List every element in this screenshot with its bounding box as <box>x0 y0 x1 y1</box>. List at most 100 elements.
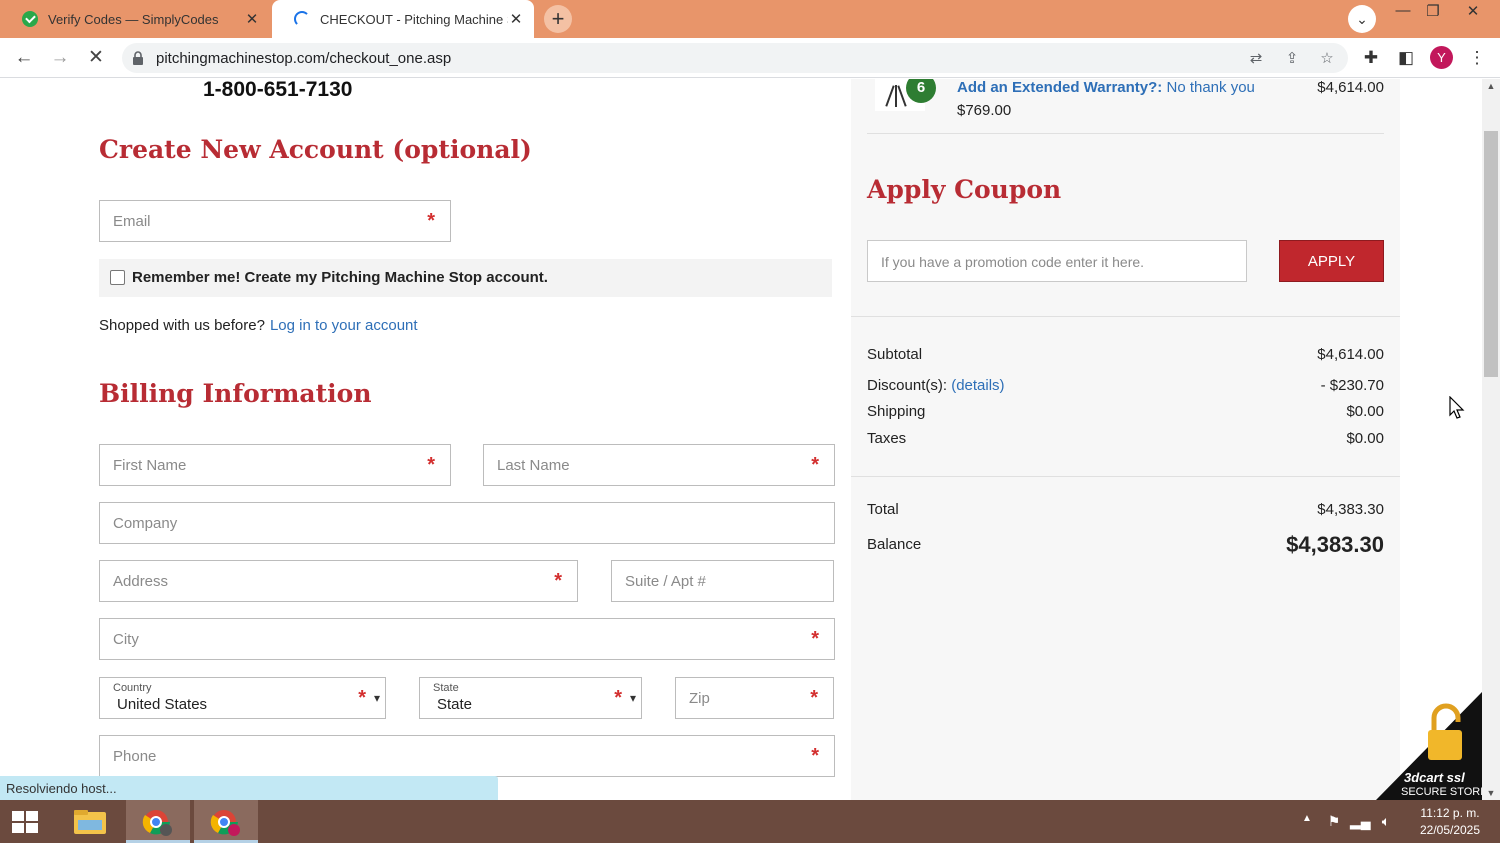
status-bubble: Resolviendo host... <box>0 776 498 800</box>
browser-tab-bar: Verify Codes — SimplyCodes ✕ CHECKOUT - … <box>0 0 1500 38</box>
share-icon[interactable]: ⇪ <box>1282 49 1302 67</box>
warranty-option[interactable]: Add an Extended Warranty?: No thank you <box>957 79 1255 96</box>
coupon-input[interactable]: If you have a promotion code enter it he… <box>867 240 1247 282</box>
extensions-puzzle-icon[interactable]: ✚ <box>1360 47 1382 69</box>
windows-start-icon[interactable] <box>8 808 42 836</box>
state-select[interactable]: State State * ▾ <box>419 677 642 719</box>
required-asterisk: * <box>427 454 435 476</box>
address-placeholder: Address <box>113 573 169 590</box>
zip-field[interactable]: Zip * <box>675 677 834 719</box>
unit-price: $769.00 <box>957 102 1012 119</box>
volume-speaker-icon[interactable]: 🔈︎ <box>1376 813 1396 830</box>
phone-field[interactable]: Phone * <box>99 735 835 777</box>
minimize-window-icon[interactable]: — <box>1386 2 1420 19</box>
profile-avatar[interactable]: Y <box>1430 46 1453 69</box>
action-center-flag-icon[interactable]: ⚑ <box>1324 813 1344 830</box>
chrome-profile-y-taskbar-icon[interactable] <box>194 800 258 843</box>
chrome-profile-m-taskbar-icon[interactable] <box>126 800 190 843</box>
create-account-heading: Create New Account (optional) <box>99 135 532 164</box>
stop-loading-icon[interactable]: ✕ <box>84 46 108 70</box>
side-panel-icon[interactable]: ◧ <box>1395 47 1417 69</box>
tab-checkout[interactable]: CHECKOUT - Pitching Machine Sto ✕ <box>272 0 534 38</box>
discount-details-link[interactable]: (details) <box>951 377 1004 394</box>
first-name-field[interactable]: First Name * <box>99 444 451 486</box>
company-field[interactable]: Company <box>99 502 835 544</box>
loading-spinner-icon <box>294 11 310 27</box>
shopped-before-text: Shopped with us before? <box>99 317 265 334</box>
page-scrollbar[interactable]: ▲ ▼ <box>1482 79 1500 800</box>
shipping-label: Shipping <box>867 403 926 420</box>
tab-title: CHECKOUT - Pitching Machine Sto <box>320 11 508 27</box>
total-value: $4,383.30 <box>1317 501 1384 518</box>
scrollbar-thumb[interactable] <box>1484 131 1498 377</box>
zip-placeholder: Zip <box>689 690 710 707</box>
required-asterisk: * <box>614 687 622 709</box>
taxes-value: $0.00 <box>1346 430 1384 447</box>
close-tab-icon[interactable]: ✕ <box>508 10 524 28</box>
last-name-placeholder: Last Name <box>497 457 570 474</box>
email-field[interactable]: Email * <box>99 200 451 242</box>
new-tab-button[interactable]: + <box>544 5 572 33</box>
file-explorer-taskbar-icon[interactable] <box>58 800 122 843</box>
required-asterisk: * <box>554 570 562 592</box>
balance-row: Balance $4,383.30 <box>867 532 1384 557</box>
apply-coupon-button[interactable]: APPLY <box>1279 240 1384 282</box>
tab-search-chevron-icon[interactable]: ⌄ <box>1348 5 1376 33</box>
remember-me-checkbox[interactable] <box>110 270 125 285</box>
login-link[interactable]: Log in to your account <box>270 317 418 334</box>
state-value: State <box>437 696 473 713</box>
returning-customer-row: Shopped with us before? Log in to your ac… <box>99 317 418 334</box>
country-select[interactable]: Country United States * ▾ <box>99 677 386 719</box>
quantity-badge: 6 <box>906 79 936 103</box>
order-summary-sidebar: 6 Add an Extended Warranty?: No thank yo… <box>851 79 1400 800</box>
address-field[interactable]: Address * <box>99 560 578 602</box>
tab-title: Verify Codes — SimplyCodes <box>48 11 219 27</box>
balance-value: $4,383.30 <box>1286 532 1384 557</box>
country-value: United States <box>117 696 208 713</box>
show-hidden-icons-icon[interactable]: ▲ <box>1297 813 1317 824</box>
total-label: Total <box>867 501 899 518</box>
back-arrow-icon[interactable]: ← <box>12 46 36 70</box>
warranty-value: No thank you <box>1166 79 1255 96</box>
translate-icon[interactable]: ⇄ <box>1246 49 1266 67</box>
subtotal-value: $4,614.00 <box>1317 346 1384 363</box>
network-signal-icon[interactable]: ▂▄ <box>1350 813 1371 830</box>
city-field[interactable]: City * <box>99 618 835 660</box>
menu-kebab-icon[interactable]: ⋮ <box>1466 47 1488 69</box>
bookmark-star-icon[interactable]: ☆ <box>1317 49 1337 67</box>
remember-me-label[interactable]: Remember me! Create my Pitching Machine … <box>132 269 548 286</box>
forward-arrow-icon[interactable]: → <box>48 46 72 70</box>
clock-time: 11:12 p. m. <box>1420 806 1480 820</box>
close-window-icon[interactable]: ✕ <box>1456 2 1490 20</box>
state-label: State <box>433 682 459 694</box>
required-asterisk: * <box>811 454 819 476</box>
omnibox[interactable]: pitchingmachinestop.com/checkout_one.asp… <box>122 43 1348 73</box>
chevron-down-icon: ▾ <box>629 691 636 705</box>
ssl-badge-line1: 3dcart ssl <box>1404 770 1465 785</box>
suite-field[interactable]: Suite / Apt # <box>611 560 834 602</box>
taskbar-clock[interactable]: 11:12 p. m. 22/05/2025 <box>1408 805 1492 839</box>
discount-row: Discount(s): (details) - $230.70 <box>867 377 1384 394</box>
checkout-page: 1-800-651-7130 Create New Account (optio… <box>0 79 1482 800</box>
close-tab-icon[interactable]: ✕ <box>244 10 260 28</box>
tab-simplycodes[interactable]: Verify Codes — SimplyCodes ✕ <box>0 0 270 38</box>
discount-label: Discount(s): <box>867 377 948 394</box>
taxes-label: Taxes <box>867 430 907 447</box>
ssl-badge-line2: SECURE STORE <box>1401 786 1482 798</box>
ssl-secure-store-badge: 3dcart ssl SECURE STORE <box>1376 692 1482 800</box>
address-toolbar: ← → ✕ pitchingmachinestop.com/checkout_o… <box>0 38 1500 78</box>
restore-window-icon[interactable]: ❐ <box>1416 2 1450 20</box>
city-placeholder: City <box>113 631 139 648</box>
balance-label: Balance <box>867 536 922 553</box>
line-total: $4,614.00 <box>1317 79 1384 96</box>
warranty-label: Add an Extended Warranty?: <box>957 79 1163 96</box>
last-name-field[interactable]: Last Name * <box>483 444 835 486</box>
scroll-down-arrow-icon[interactable]: ▼ <box>1482 788 1500 798</box>
subtotal-row: Subtotal $4,614.00 <box>867 346 1384 363</box>
country-label: Country <box>113 682 152 694</box>
scroll-up-arrow-icon[interactable]: ▲ <box>1482 81 1500 91</box>
divider <box>867 133 1384 134</box>
taxes-row: Taxes $0.00 <box>867 430 1384 447</box>
remember-me-row: Remember me! Create my Pitching Machine … <box>99 259 832 297</box>
mouse-pointer-icon <box>1449 396 1465 419</box>
